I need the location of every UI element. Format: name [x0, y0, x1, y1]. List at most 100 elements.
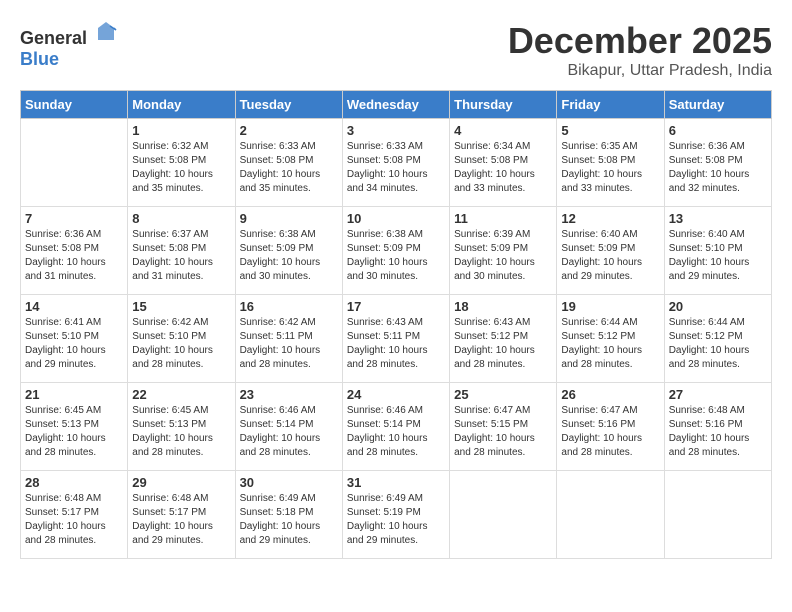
calendar-cell: 6Sunrise: 6:36 AMSunset: 5:08 PMDaylight…	[664, 119, 771, 207]
day-info: Sunrise: 6:39 AMSunset: 5:09 PMDaylight:…	[454, 228, 552, 284]
day-info: Sunrise: 6:43 AMSunset: 5:11 PMDaylight:…	[347, 316, 445, 372]
day-number: 10	[347, 211, 445, 226]
day-number: 23	[240, 387, 338, 402]
day-info: Sunrise: 6:45 AMSunset: 5:13 PMDaylight:…	[132, 404, 230, 460]
day-number: 31	[347, 475, 445, 490]
calendar-cell	[557, 471, 664, 559]
day-info: Sunrise: 6:46 AMSunset: 5:14 PMDaylight:…	[347, 404, 445, 460]
day-number: 15	[132, 299, 230, 314]
calendar-cell: 5Sunrise: 6:35 AMSunset: 5:08 PMDaylight…	[557, 119, 664, 207]
logo-text: General Blue	[20, 20, 118, 70]
calendar-cell: 16 Sunrise: 6:42 AMSunset: 5:11 PMDayligh…	[235, 295, 342, 383]
day-number: 22	[132, 387, 230, 402]
calendar-cell: 22 Sunrise: 6:45 AMSunset: 5:13 PMDayligh…	[128, 383, 235, 471]
day-info: Sunrise: 6:48 AMSunset: 5:17 PMDaylight:…	[25, 492, 123, 548]
calendar-week-row: 1Sunrise: 6:32 AMSunset: 5:08 PMDaylight…	[21, 119, 772, 207]
day-number: 26	[561, 387, 659, 402]
calendar-cell: 8 Sunrise: 6:37 AMSunset: 5:08 PMDaylight…	[128, 207, 235, 295]
calendar-cell: 26Sunrise: 6:47 AMSunset: 5:16 PMDayligh…	[557, 383, 664, 471]
calendar-cell: 3Sunrise: 6:33 AMSunset: 5:08 PMDaylight…	[342, 119, 449, 207]
logo-general: General	[20, 28, 87, 48]
calendar-cell: 28 Sunrise: 6:48 AMSunset: 5:17 PMDayligh…	[21, 471, 128, 559]
day-number: 3	[347, 123, 445, 138]
calendar-table: SundayMondayTuesdayWednesdayThursdayFrid…	[20, 90, 772, 559]
calendar-cell: 29 Sunrise: 6:48 AMSunset: 5:17 PMDayligh…	[128, 471, 235, 559]
day-number: 7	[25, 211, 123, 226]
day-number: 28	[25, 475, 123, 490]
day-number: 19	[561, 299, 659, 314]
day-number: 17	[347, 299, 445, 314]
day-number: 13	[669, 211, 767, 226]
calendar-cell: 12Sunrise: 6:40 AMSunset: 5:09 PMDayligh…	[557, 207, 664, 295]
day-number: 14	[25, 299, 123, 314]
day-info: Sunrise: 6:36 AMSunset: 5:08 PMDaylight:…	[669, 140, 767, 196]
calendar-cell: 31 Sunrise: 6:49 AMSunset: 5:19 PMDayligh…	[342, 471, 449, 559]
calendar-cell: 13 Sunrise: 6:40 AMSunset: 5:10 PMDayligh…	[664, 207, 771, 295]
day-number: 30	[240, 475, 338, 490]
day-info: Sunrise: 6:36 AMSunset: 5:08 PMDaylight:…	[25, 228, 123, 284]
calendar-cell	[21, 119, 128, 207]
calendar-cell: 7 Sunrise: 6:36 AMSunset: 5:08 PMDaylight…	[21, 207, 128, 295]
day-info: Sunrise: 6:48 AMSunset: 5:16 PMDaylight:…	[669, 404, 767, 460]
day-info: Sunrise: 6:38 AMSunset: 5:09 PMDaylight:…	[347, 228, 445, 284]
calendar-cell	[450, 471, 557, 559]
calendar-cell: 21Sunrise: 6:45 AMSunset: 5:13 PMDayligh…	[21, 383, 128, 471]
logo-blue: Blue	[20, 49, 59, 69]
day-number: 20	[669, 299, 767, 314]
calendar-cell: 4 Sunrise: 6:34 AMSunset: 5:08 PMDaylight…	[450, 119, 557, 207]
logo: General Blue	[20, 20, 118, 70]
day-number: 16	[240, 299, 338, 314]
day-number: 12	[561, 211, 659, 226]
weekday-header: Wednesday	[342, 91, 449, 119]
calendar-week-row: 14 Sunrise: 6:41 AMSunset: 5:10 PMDayligh…	[21, 295, 772, 383]
page-header: General Blue December 2025 Bikapur, Utta…	[20, 20, 772, 80]
day-number: 29	[132, 475, 230, 490]
day-info: Sunrise: 6:38 AMSunset: 5:09 PMDaylight:…	[240, 228, 338, 284]
day-info: Sunrise: 6:47 AMSunset: 5:15 PMDaylight:…	[454, 404, 552, 460]
day-info: Sunrise: 6:48 AMSunset: 5:17 PMDaylight:…	[132, 492, 230, 548]
day-info: Sunrise: 6:42 AMSunset: 5:11 PMDaylight:…	[240, 316, 338, 372]
calendar-cell: 25Sunrise: 6:47 AMSunset: 5:15 PMDayligh…	[450, 383, 557, 471]
calendar-cell: 19 Sunrise: 6:44 AMSunset: 5:12 PMDayligh…	[557, 295, 664, 383]
calendar-cell	[664, 471, 771, 559]
day-info: Sunrise: 6:46 AMSunset: 5:14 PMDaylight:…	[240, 404, 338, 460]
day-number: 24	[347, 387, 445, 402]
day-number: 21	[25, 387, 123, 402]
day-number: 4	[454, 123, 552, 138]
day-info: Sunrise: 6:44 AMSunset: 5:12 PMDaylight:…	[561, 316, 659, 372]
day-info: Sunrise: 6:40 AMSunset: 5:10 PMDaylight:…	[669, 228, 767, 284]
day-number: 8	[132, 211, 230, 226]
day-info: Sunrise: 6:33 AMSunset: 5:08 PMDaylight:…	[240, 140, 338, 196]
weekday-header: Tuesday	[235, 91, 342, 119]
month-title: December 2025	[508, 20, 772, 62]
calendar-week-row: 7 Sunrise: 6:36 AMSunset: 5:08 PMDaylight…	[21, 207, 772, 295]
day-info: Sunrise: 6:42 AMSunset: 5:10 PMDaylight:…	[132, 316, 230, 372]
calendar-cell: 20 Sunrise: 6:44 AMSunset: 5:12 PMDayligh…	[664, 295, 771, 383]
weekday-header: Sunday	[21, 91, 128, 119]
calendar-cell: 14 Sunrise: 6:41 AMSunset: 5:10 PMDayligh…	[21, 295, 128, 383]
calendar-cell: 27Sunrise: 6:48 AMSunset: 5:16 PMDayligh…	[664, 383, 771, 471]
calendar-cell: 11 Sunrise: 6:39 AMSunset: 5:09 PMDayligh…	[450, 207, 557, 295]
day-info: Sunrise: 6:44 AMSunset: 5:12 PMDaylight:…	[669, 316, 767, 372]
day-info: Sunrise: 6:35 AMSunset: 5:08 PMDaylight:…	[561, 140, 659, 196]
calendar-cell: 10 Sunrise: 6:38 AMSunset: 5:09 PMDayligh…	[342, 207, 449, 295]
weekday-header: Thursday	[450, 91, 557, 119]
weekday-header: Friday	[557, 91, 664, 119]
day-number: 2	[240, 123, 338, 138]
calendar-week-row: 28 Sunrise: 6:48 AMSunset: 5:17 PMDayligh…	[21, 471, 772, 559]
calendar-cell: 24 Sunrise: 6:46 AMSunset: 5:14 PMDayligh…	[342, 383, 449, 471]
day-info: Sunrise: 6:37 AMSunset: 5:08 PMDaylight:…	[132, 228, 230, 284]
day-info: Sunrise: 6:41 AMSunset: 5:10 PMDaylight:…	[25, 316, 123, 372]
day-number: 1	[132, 123, 230, 138]
calendar-cell: 2 Sunrise: 6:33 AMSunset: 5:08 PMDaylight…	[235, 119, 342, 207]
calendar-cell: 9Sunrise: 6:38 AMSunset: 5:09 PMDaylight…	[235, 207, 342, 295]
calendar-cell: 17 Sunrise: 6:43 AMSunset: 5:11 PMDayligh…	[342, 295, 449, 383]
day-number: 11	[454, 211, 552, 226]
calendar-week-row: 21 Sunrise: 6:45 AMSunset: 5:13 PMDayligh…	[21, 383, 772, 471]
day-info: Sunrise: 6:49 AMSunset: 5:19 PMDaylight:…	[347, 492, 445, 548]
title-area: December 2025 Bikapur, Uttar Pradesh, In…	[508, 20, 772, 80]
calendar-cell: 23 Sunrise: 6:46 AMSunset: 5:14 PMDayligh…	[235, 383, 342, 471]
day-info: Sunrise: 6:49 AMSunset: 5:18 PMDaylight:…	[240, 492, 338, 548]
calendar-cell: 1Sunrise: 6:32 AMSunset: 5:08 PMDaylight…	[128, 119, 235, 207]
day-info: Sunrise: 6:34 AMSunset: 5:08 PMDaylight:…	[454, 140, 552, 196]
